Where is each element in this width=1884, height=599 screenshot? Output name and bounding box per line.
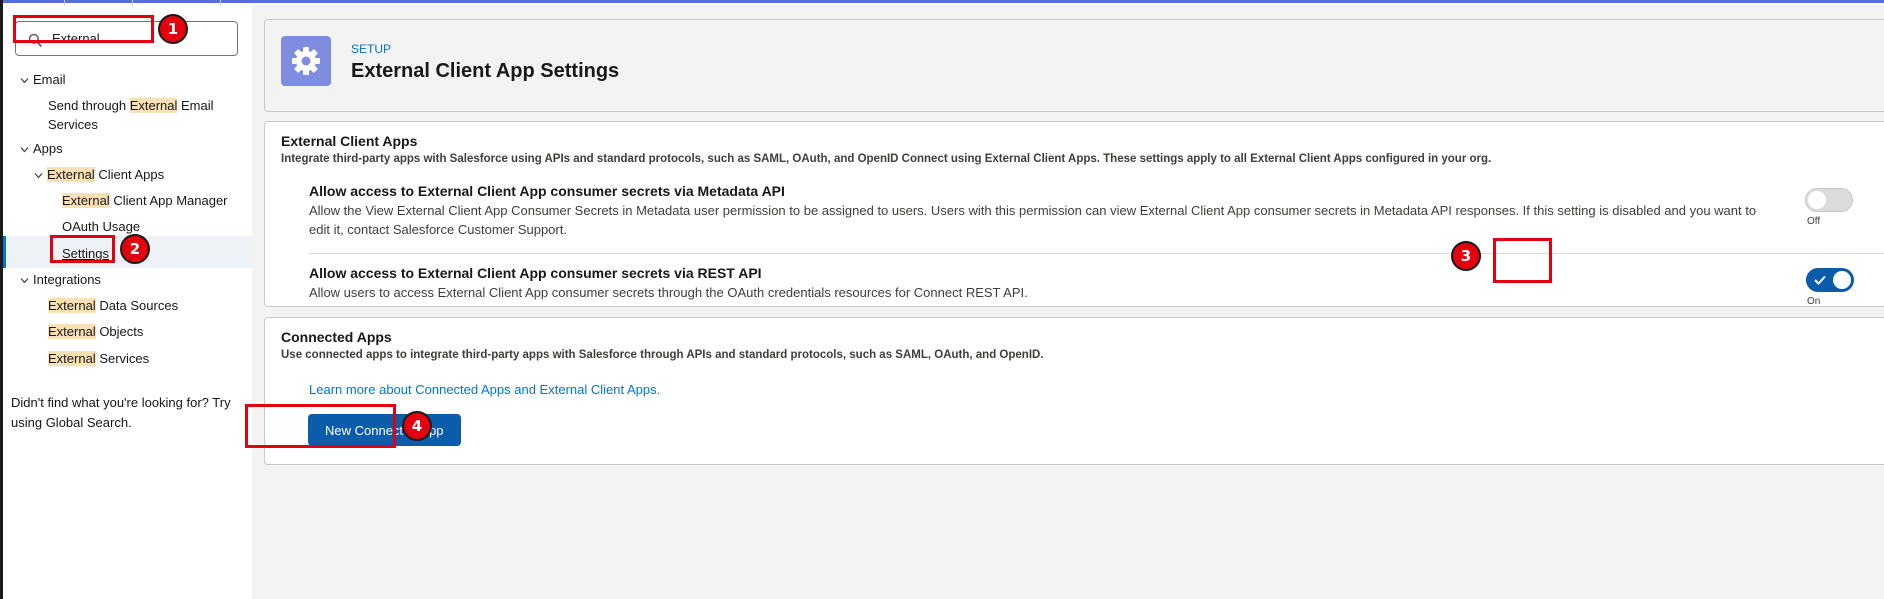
card-description: Use connected apps to integrate third-pa…: [281, 349, 1044, 361]
tree-item-label-suffix: Data Sources: [95, 298, 179, 313]
tree-item-send-through-external-email[interactable]: Send through External Email Services: [48, 96, 218, 134]
top-accent-bar: [0, 0, 1884, 3]
setting-desc-rest-api: Allow users to access External Client Ap…: [309, 285, 1028, 300]
annotation-box-3: [1493, 238, 1552, 283]
global-search-hint-line1: Didn't find what you're looking for? Try: [11, 395, 231, 410]
search-highlight: External: [62, 193, 110, 208]
chevron-down-icon[interactable]: [20, 76, 29, 85]
tree-item-external-client-apps[interactable]: External Client Apps: [47, 165, 164, 184]
setting-title-metadata-api: Allow access to External Client App cons…: [309, 183, 785, 199]
checkmark-icon: [1814, 275, 1826, 285]
annotation-badge-3: 3: [1451, 241, 1481, 271]
main-content: SETUP External Client App Settings Exter…: [252, 5, 1884, 599]
annotation-badge-4: 4: [402, 411, 432, 441]
toggle-state-label: On: [1807, 296, 1821, 307]
tree-item-label-suffix: Email: [177, 98, 214, 113]
tree-item-label-prefix: Send through: [48, 98, 130, 113]
page-header: SETUP External Client App Settings: [264, 19, 1884, 112]
setting-title-rest-api: Allow access to External Client App cons…: [309, 265, 762, 281]
search-highlight: External: [48, 298, 96, 313]
setting-desc-metadata-api: Allow the View External Client App Consu…: [309, 201, 1764, 239]
metadata-api-toggle[interactable]: [1805, 188, 1853, 212]
search-highlight: External: [47, 167, 95, 182]
setting-desc-line2: edit it, contact Salesforce Customer Sup…: [309, 222, 567, 237]
search-highlight: External: [48, 324, 96, 339]
tree-item-external-client-app-manager[interactable]: External Client App Manager: [62, 191, 228, 210]
external-client-apps-card: External Client Apps Integrate third-par…: [264, 121, 1884, 307]
tree-item-label-suffix: Client App Manager: [109, 193, 228, 208]
global-search-hint-line2: using Global Search.: [11, 415, 132, 430]
window-left-edge: [0, 0, 3, 599]
chevron-down-icon[interactable]: [34, 171, 43, 180]
search-highlight: External: [48, 351, 96, 366]
tree-item-label-suffix: Services: [95, 351, 150, 366]
card-title: External Client Apps: [281, 133, 418, 149]
setup-sidebar: Email Send through External Email Servic…: [3, 5, 252, 599]
tree-item-apps[interactable]: Apps: [33, 139, 63, 158]
tree-item-integrations[interactable]: Integrations: [33, 270, 101, 289]
annotation-box-1: [13, 15, 154, 43]
annotation-box-4: [245, 404, 396, 448]
connected-apps-card: Connected Apps Use connected apps to int…: [264, 317, 1884, 465]
tree-item-label-suffix: Client Apps: [94, 167, 165, 182]
tree-item-email[interactable]: Email: [33, 70, 66, 89]
tree-item-external-objects[interactable]: External Objects: [48, 322, 143, 341]
setup-gear-tile: [281, 36, 331, 86]
card-description: Integrate third-party apps with Salesfor…: [281, 153, 1492, 165]
toggle-knob: [1833, 271, 1851, 289]
setting-divider: [309, 253, 1884, 254]
page-title: External Client App Settings: [351, 60, 620, 82]
tree-item-external-data-sources[interactable]: External Data Sources: [48, 296, 178, 315]
rest-api-toggle[interactable]: [1806, 268, 1854, 292]
toggle-knob: [1808, 191, 1826, 209]
gear-icon: [292, 47, 320, 75]
tree-item-external-services[interactable]: External Services: [48, 349, 149, 368]
tree-item-label-suffix: Objects: [95, 324, 144, 339]
global-search-hint: Didn't find what you're looking for? Try…: [11, 393, 231, 433]
chevron-down-icon[interactable]: [20, 276, 29, 285]
annotation-badge-2: 2: [120, 234, 150, 264]
setup-eyebrow[interactable]: SETUP: [351, 42, 391, 56]
chevron-down-icon[interactable]: [20, 145, 29, 154]
setting-desc-line1: Allow the View External Client App Consu…: [309, 203, 1757, 218]
card-title: Connected Apps: [281, 329, 392, 345]
search-highlight: External: [129, 98, 178, 113]
toggle-state-label: Off: [1807, 216, 1821, 227]
learn-more-link[interactable]: Learn more about Connected Apps and Exte…: [309, 382, 660, 397]
tree-item-label-line2: Services: [48, 117, 98, 132]
annotation-box-2: [50, 235, 115, 263]
tree-item-oauth-usage[interactable]: OAuth Usage: [62, 217, 140, 236]
annotation-badge-1: 1: [158, 14, 188, 44]
